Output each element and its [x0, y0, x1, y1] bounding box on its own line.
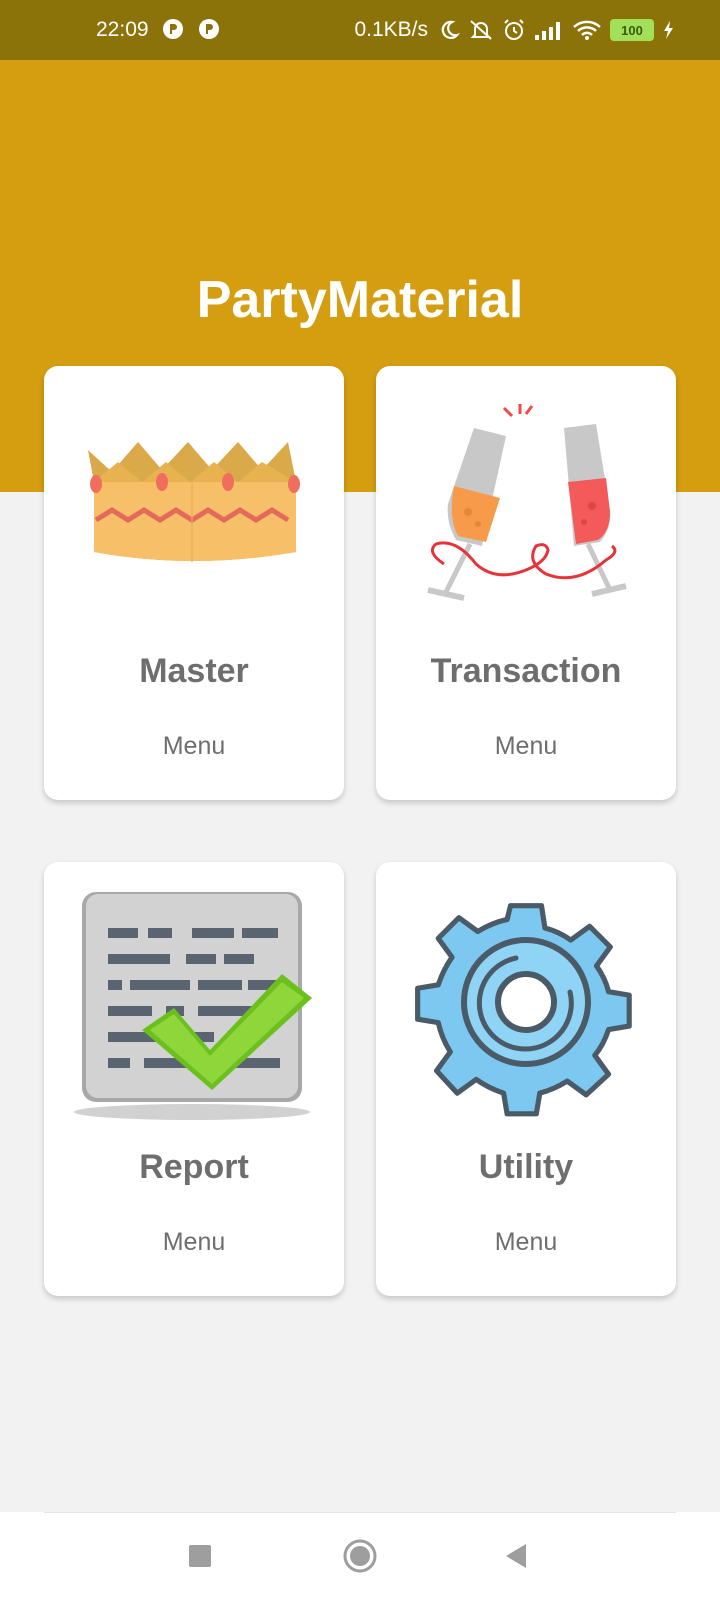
utility-card[interactable]: Utility Menu: [376, 862, 676, 1296]
status-bar: 22:09 0.1KB/s 100: [0, 0, 720, 60]
app-title: PartyMaterial: [196, 271, 524, 329]
nav-divider: [44, 1512, 676, 1513]
transaction-card[interactable]: Transaction Menu: [376, 366, 676, 800]
recents-button[interactable]: [188, 1544, 212, 1568]
report-card[interactable]: Report Menu: [44, 862, 344, 1296]
charging-icon: [664, 21, 673, 39]
transaction-subtitle: Menu: [494, 732, 558, 760]
crown-icon: [88, 442, 300, 562]
champagne-glasses-icon: [427, 404, 627, 601]
battery-icon: 100: [610, 19, 654, 41]
report-title: Report: [139, 1148, 249, 1186]
report-check-icon: [74, 892, 312, 1120]
status-left-icons: [162, 18, 220, 40]
signal-icon: [535, 22, 560, 40]
utility-subtitle: Menu: [494, 1228, 558, 1256]
network-speed: 0.1KB/s: [354, 18, 428, 41]
moon-icon: [441, 20, 460, 39]
utility-title: Utility: [478, 1148, 574, 1186]
system-nav-bar: [0, 1512, 720, 1600]
master-title: Master: [139, 652, 249, 690]
back-button[interactable]: [504, 1542, 528, 1570]
transaction-title: Transaction: [430, 652, 622, 690]
report-subtitle: Menu: [162, 1228, 226, 1256]
master-subtitle: Menu: [162, 732, 226, 760]
app-notification-icon: [163, 19, 183, 39]
mute-bell-icon: [470, 20, 492, 40]
app-notification-icon: [199, 19, 219, 39]
status-right-icons: 0.1KB/s 100: [354, 18, 674, 42]
home-button[interactable]: [342, 1538, 378, 1574]
battery-level: 100: [621, 22, 643, 38]
wifi-icon: [573, 20, 601, 40]
master-card[interactable]: Master Menu: [44, 366, 344, 800]
alarm-icon: [504, 19, 524, 40]
status-time: 22:09: [96, 18, 149, 41]
gear-icon: [415, 903, 632, 1117]
